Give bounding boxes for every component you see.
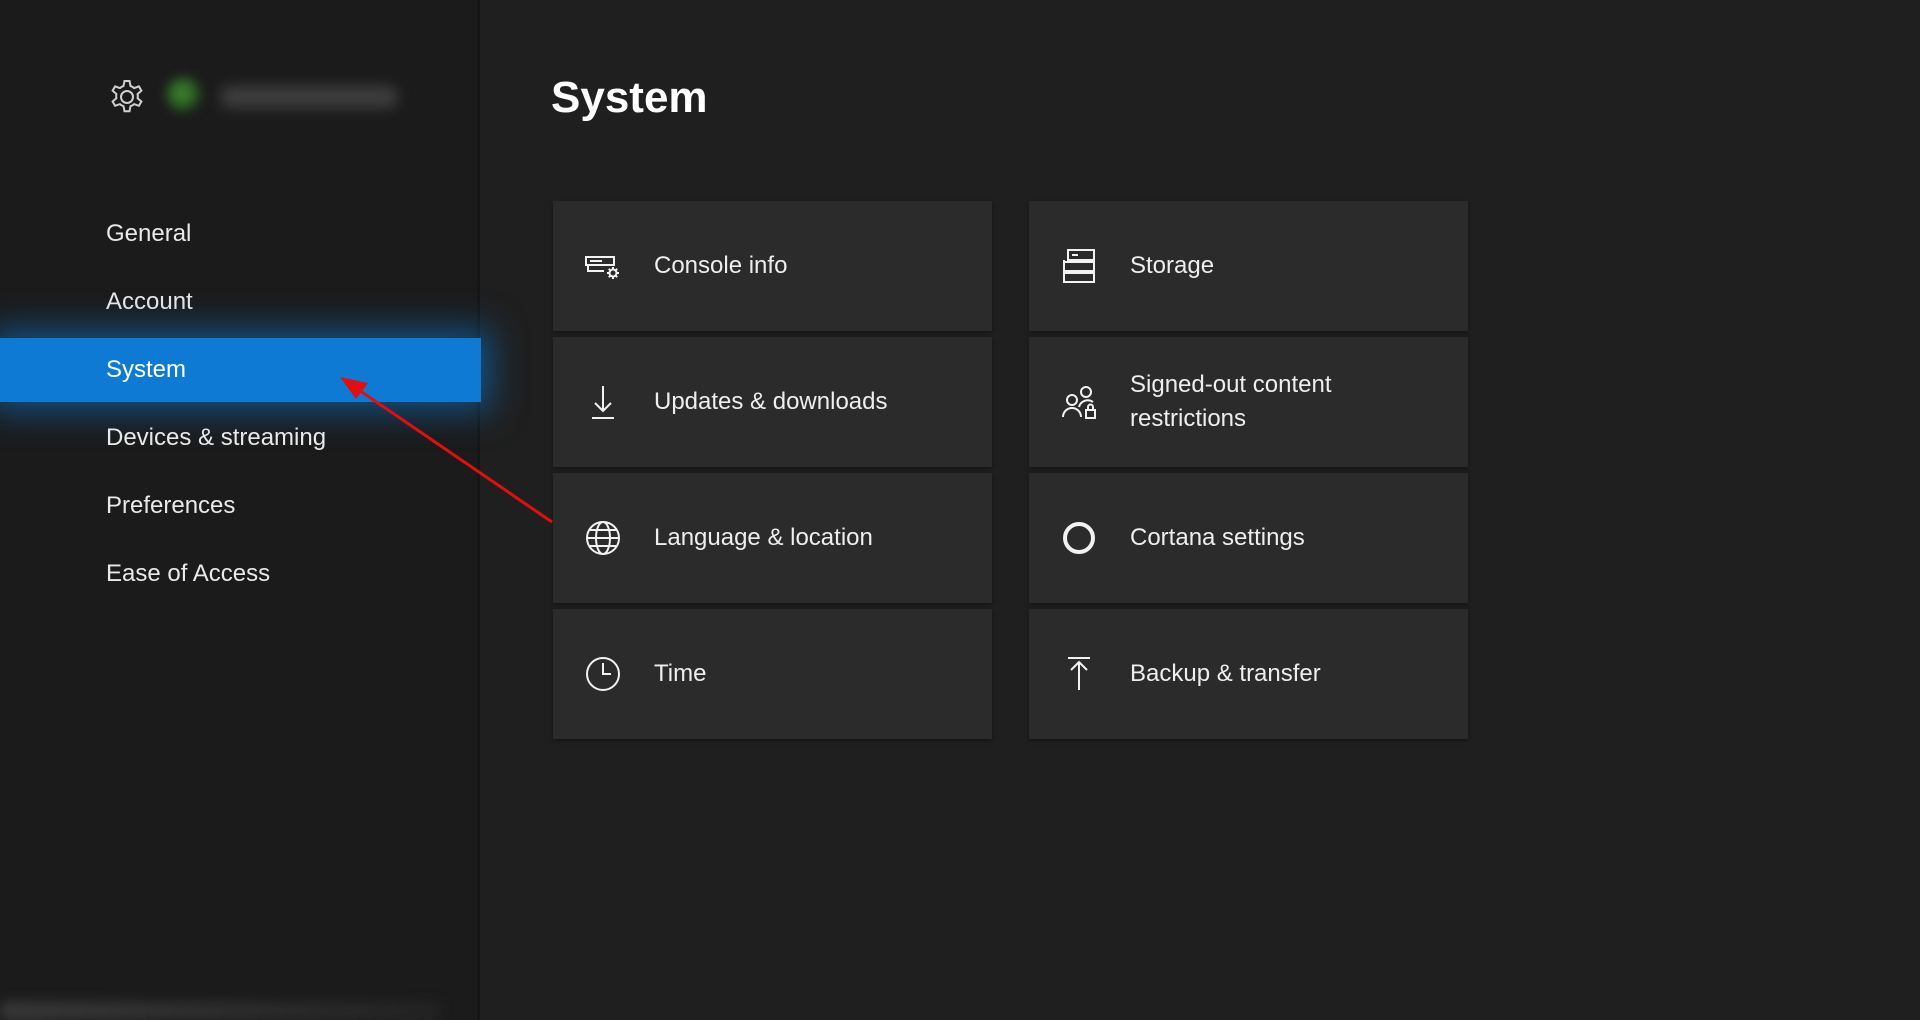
nav-item-general[interactable]: General (0, 202, 479, 266)
tile-time[interactable]: Time (553, 609, 992, 739)
tile-storage[interactable]: Storage (1029, 201, 1468, 331)
storage-icon (1063, 249, 1095, 283)
tile-label: Signed-out content restrictions (1130, 371, 1332, 432)
tile-label: Updates & downloads (654, 388, 888, 415)
globe-icon (586, 521, 620, 555)
tile-language-location[interactable]: Language & location (553, 473, 992, 603)
clock-icon (586, 657, 620, 691)
page-title: System (551, 73, 708, 122)
tile-label: Time (654, 660, 707, 687)
cortana-circle-icon (1063, 522, 1095, 554)
users-lock-icon (1062, 386, 1096, 419)
nav-item-system[interactable]: System (0, 338, 481, 402)
blurred-footer-text (0, 1002, 440, 1020)
tile-updates-downloads[interactable]: Updates & downloads (553, 337, 992, 467)
tile-label: Storage (1130, 252, 1215, 279)
download-arrow-icon (592, 386, 614, 419)
tile-cortana-settings[interactable]: Cortana settings (1029, 473, 1468, 603)
tile-signed-out-content-restrictions[interactable]: Signed-out content restrictions (1029, 337, 1468, 467)
gamertag-blurred (220, 86, 398, 108)
nav-item-account[interactable]: Account (0, 270, 479, 334)
nav-item-ease-of-access[interactable]: Ease of Access (0, 542, 479, 606)
tile-label: Cortana settings (1130, 524, 1305, 551)
console-info-icon (585, 256, 619, 279)
tile-console-info[interactable]: Console info (553, 201, 992, 331)
tile-backup-transfer[interactable]: Backup & transfer (1029, 609, 1468, 739)
tile-label: Console info (654, 252, 788, 279)
nav-item-preferences[interactable]: Preferences (0, 474, 479, 538)
nav-item-devices-streaming[interactable]: Devices & streaming (0, 406, 479, 470)
tile-label: Language & location (654, 524, 873, 551)
gear-icon (111, 80, 143, 113)
settings-screen: General Account System Devices & streami… (0, 0, 1920, 1020)
tile-label: Backup & transfer (1130, 660, 1321, 687)
upload-arrow-icon (1068, 657, 1090, 690)
avatar[interactable] (165, 76, 203, 114)
